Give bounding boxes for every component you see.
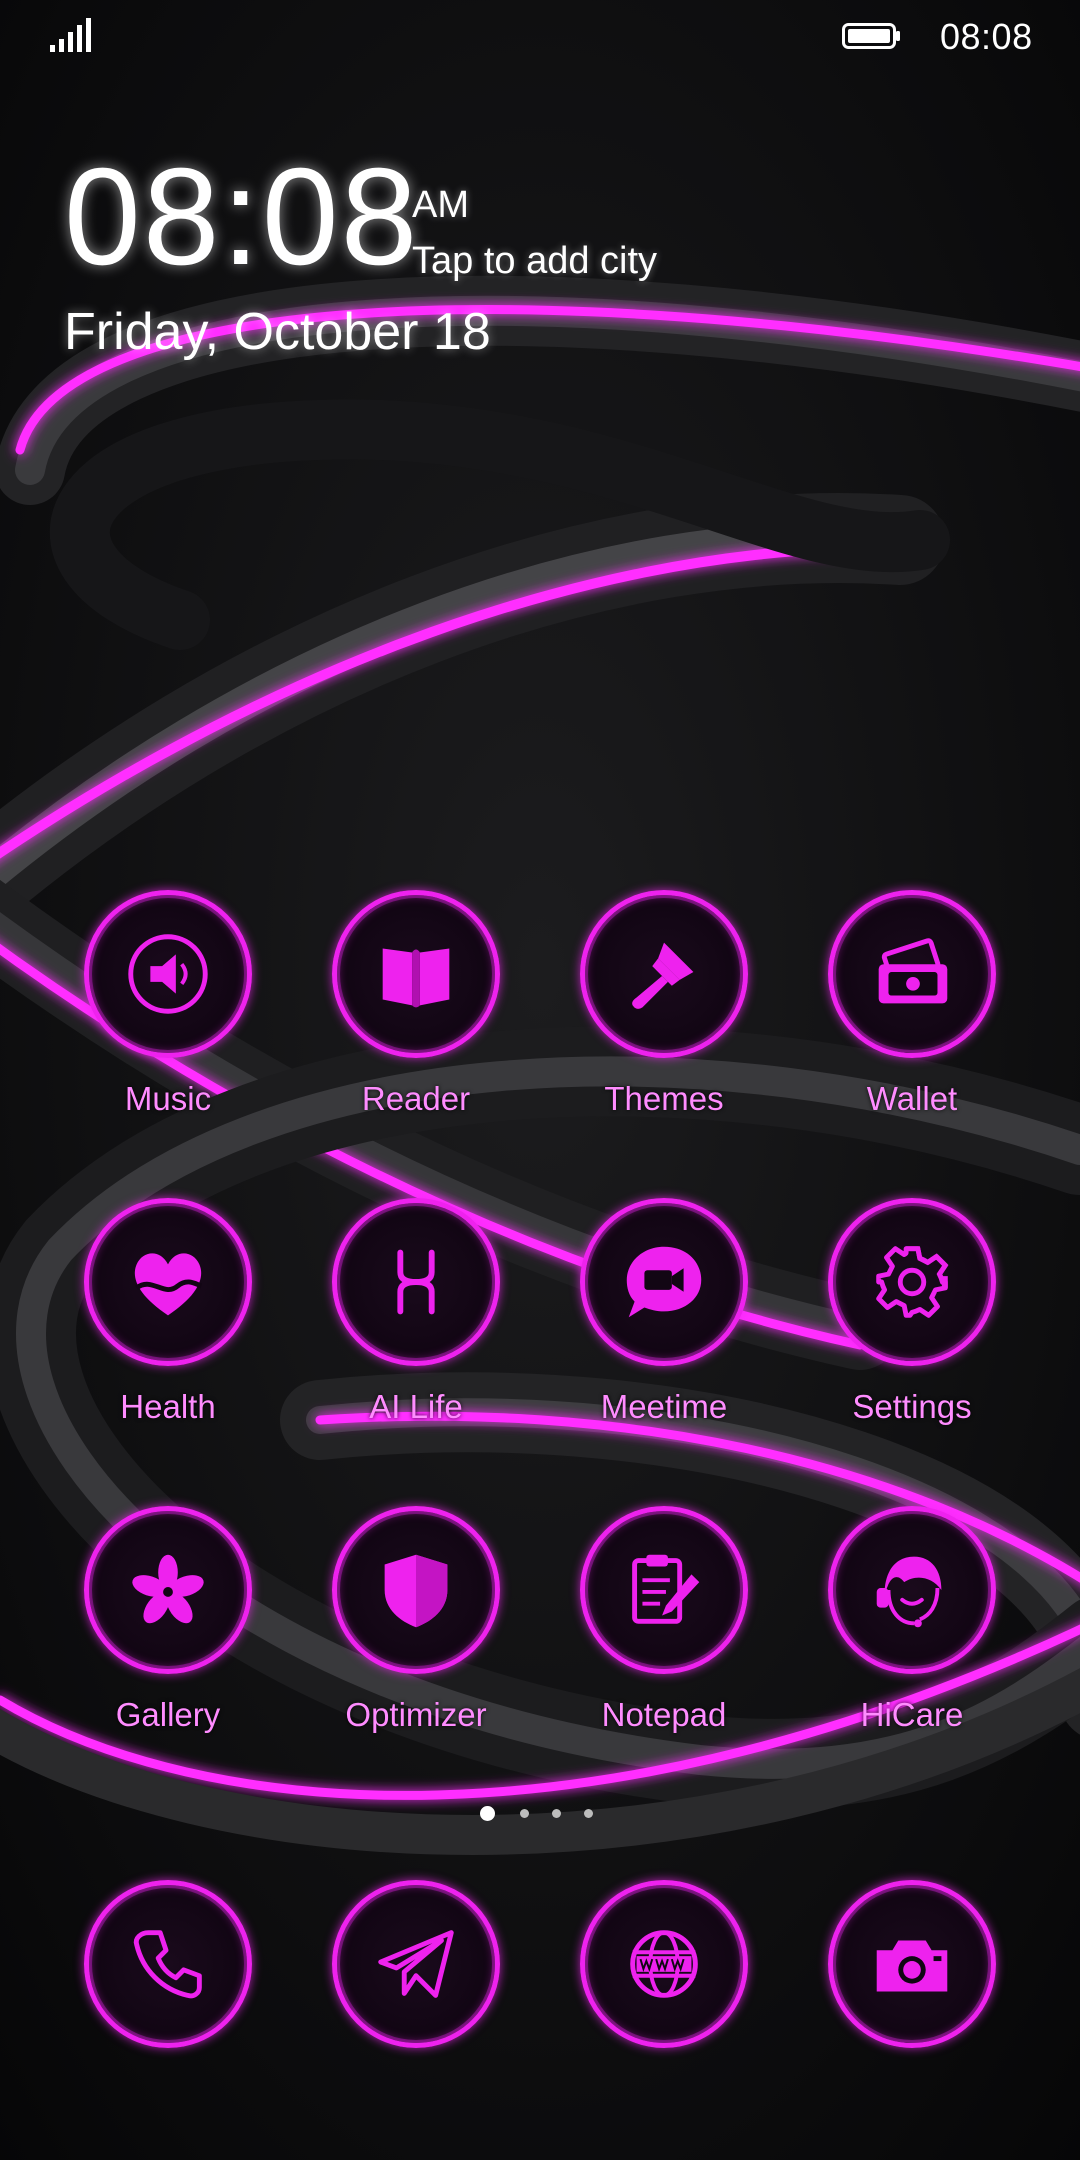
app-label: AI Life xyxy=(369,1388,463,1425)
status-bar: 08:08 xyxy=(0,0,1080,72)
heart-icon xyxy=(134,1253,203,1316)
app-icon-ring xyxy=(828,1880,996,2048)
app-label: Wallet xyxy=(866,1080,958,1117)
clock-time[interactable]: 08:08 xyxy=(64,148,419,286)
clock-date[interactable]: Friday, October 18 xyxy=(64,302,491,362)
app-label: Gallery xyxy=(115,1696,221,1733)
app-wallet[interactable]: Wallet xyxy=(788,890,1036,1160)
paintbrush-icon xyxy=(632,942,694,1009)
app-label: Themes xyxy=(604,1080,724,1117)
app-gallery[interactable]: Gallery xyxy=(44,1506,292,1776)
flower-icon xyxy=(132,1554,204,1624)
app-health[interactable]: Health xyxy=(44,1198,292,1468)
globe-www-icon xyxy=(630,1930,698,1998)
app-icon-ring xyxy=(580,890,748,1058)
status-time: 08:08 xyxy=(940,16,1033,57)
phone-icon xyxy=(133,1930,202,1999)
app-icon-ring xyxy=(580,1198,748,1366)
app-ai-life[interactable]: AI Life xyxy=(292,1198,540,1468)
gear-icon xyxy=(876,1246,949,1318)
app-settings[interactable]: Settings xyxy=(788,1198,1036,1468)
app-label: HiCare xyxy=(860,1696,964,1733)
app-icon-ring xyxy=(828,890,996,1058)
app-music[interactable]: Music xyxy=(44,890,292,1160)
app-icon-ring xyxy=(84,1198,252,1366)
video-chat-icon xyxy=(626,1246,702,1318)
app-icon-ring xyxy=(828,1198,996,1366)
app-label: Music xyxy=(124,1080,212,1117)
app-icon-ring xyxy=(84,1880,252,2048)
clock-ampm: AM xyxy=(412,184,469,226)
app-label: Optimizer xyxy=(345,1696,487,1733)
open-book-icon xyxy=(382,948,450,1008)
app-icon-ring xyxy=(84,1506,252,1674)
clipboard-pen-icon xyxy=(632,1554,700,1624)
dock-camera[interactable] xyxy=(788,1880,1036,2150)
app-hicare[interactable]: HiCare xyxy=(788,1506,1036,1776)
camera-icon xyxy=(876,1940,948,1992)
hilink-icon xyxy=(397,1249,435,1315)
app-reader[interactable]: Reader xyxy=(292,890,540,1160)
dock-browser[interactable] xyxy=(540,1880,788,2150)
signal-bars-icon xyxy=(50,18,91,52)
app-themes[interactable]: Themes xyxy=(540,890,788,1160)
page-dot-4[interactable] xyxy=(584,1809,593,1818)
page-dot-1[interactable] xyxy=(480,1806,495,1821)
page-dot-2[interactable] xyxy=(520,1809,529,1818)
app-label: Notepad xyxy=(601,1696,727,1733)
app-label: Health xyxy=(120,1388,216,1425)
app-icon-ring xyxy=(332,1198,500,1366)
app-icon-ring xyxy=(332,1880,500,2048)
paper-plane-icon xyxy=(378,1930,454,1998)
app-icon-ring xyxy=(332,890,500,1058)
headset-icon xyxy=(876,1556,942,1628)
dock-phone[interactable] xyxy=(44,1880,292,2150)
app-label: Settings xyxy=(852,1388,972,1425)
app-icon-ring xyxy=(828,1506,996,1674)
app-optimizer[interactable]: Optimizer xyxy=(292,1506,540,1776)
page-dot-3[interactable] xyxy=(552,1809,561,1818)
shield-icon xyxy=(384,1554,448,1628)
app-icon-ring xyxy=(332,1506,500,1674)
app-meetime[interactable]: Meetime xyxy=(540,1198,788,1468)
app-notepad[interactable]: Notepad xyxy=(540,1506,788,1776)
dock-messages[interactable] xyxy=(292,1880,540,2150)
page-indicator[interactable] xyxy=(480,1804,600,1824)
app-icon-ring xyxy=(580,1880,748,2048)
app-icon-ring xyxy=(580,1506,748,1674)
battery-icon xyxy=(842,23,900,49)
speaker-icon xyxy=(128,934,208,1014)
weather-city-prompt[interactable]: Tap to add city xyxy=(412,240,657,283)
wallet-icon xyxy=(878,938,948,1004)
app-label: Meetime xyxy=(600,1388,728,1425)
app-label: Reader xyxy=(361,1080,471,1117)
app-icon-ring xyxy=(84,890,252,1058)
